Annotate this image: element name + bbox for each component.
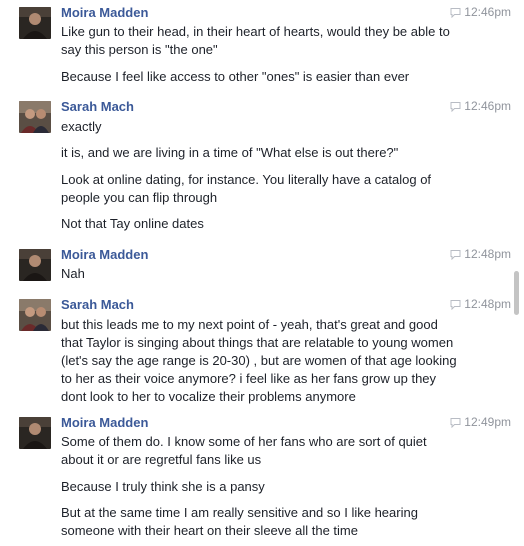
chat-bubble-icon	[450, 102, 461, 112]
timestamp: 12:49pm	[450, 414, 511, 431]
timestamp: 12:48pm	[450, 296, 511, 313]
timestamp-text: 12:49pm	[464, 415, 511, 429]
sender-name[interactable]: Moira Madden	[61, 414, 148, 431]
sender-name[interactable]: Moira Madden	[61, 4, 148, 21]
timestamp: 12:46pm	[450, 98, 511, 115]
chat-bubble-icon	[450, 300, 461, 310]
message-thread: Moira Madden 12:46pm Like gun to their h…	[0, 0, 512, 546]
timestamp-text: 12:46pm	[464, 99, 511, 113]
message-text: but this leads me to my next point of - …	[61, 317, 457, 404]
avatar[interactable]	[19, 299, 51, 331]
message-text: Because I feel like access to other "one…	[61, 69, 410, 84]
sender-name[interactable]: Moira Madden	[61, 246, 148, 263]
timestamp-text: 12:48pm	[464, 297, 511, 311]
message-text: exactly	[61, 119, 102, 134]
message-text: Some of them do. I know some of her fans…	[61, 434, 427, 467]
chat-bubble-icon	[450, 250, 461, 260]
message-text: Because I truly think she is a pansy	[61, 479, 265, 494]
timestamp-text: 12:46pm	[464, 5, 511, 19]
message-text: Look at online dating, for instance. You…	[61, 172, 432, 205]
message-text: But at the same time I am really sensiti…	[61, 505, 418, 538]
avatar[interactable]	[19, 249, 51, 281]
message-text: it is, and we are living in a time of "W…	[61, 145, 399, 160]
timestamp-text: 12:48pm	[464, 247, 511, 261]
message-text: Like gun to their head, in their heart o…	[61, 24, 450, 57]
sender-name[interactable]: Sarah Mach	[61, 98, 134, 115]
timestamp: 12:46pm	[450, 4, 511, 21]
message-text: Not that Tay online dates	[61, 216, 204, 231]
sender-name[interactable]: Sarah Mach	[61, 296, 134, 313]
scrollbar-thumb[interactable]	[514, 271, 519, 315]
avatar[interactable]	[19, 417, 51, 449]
timestamp: 12:48pm	[450, 246, 511, 263]
message-text: Nah	[61, 266, 85, 281]
avatar[interactable]	[19, 7, 51, 39]
chat-bubble-icon	[450, 8, 461, 18]
avatar[interactable]	[19, 101, 51, 133]
chat-bubble-icon	[450, 418, 461, 428]
